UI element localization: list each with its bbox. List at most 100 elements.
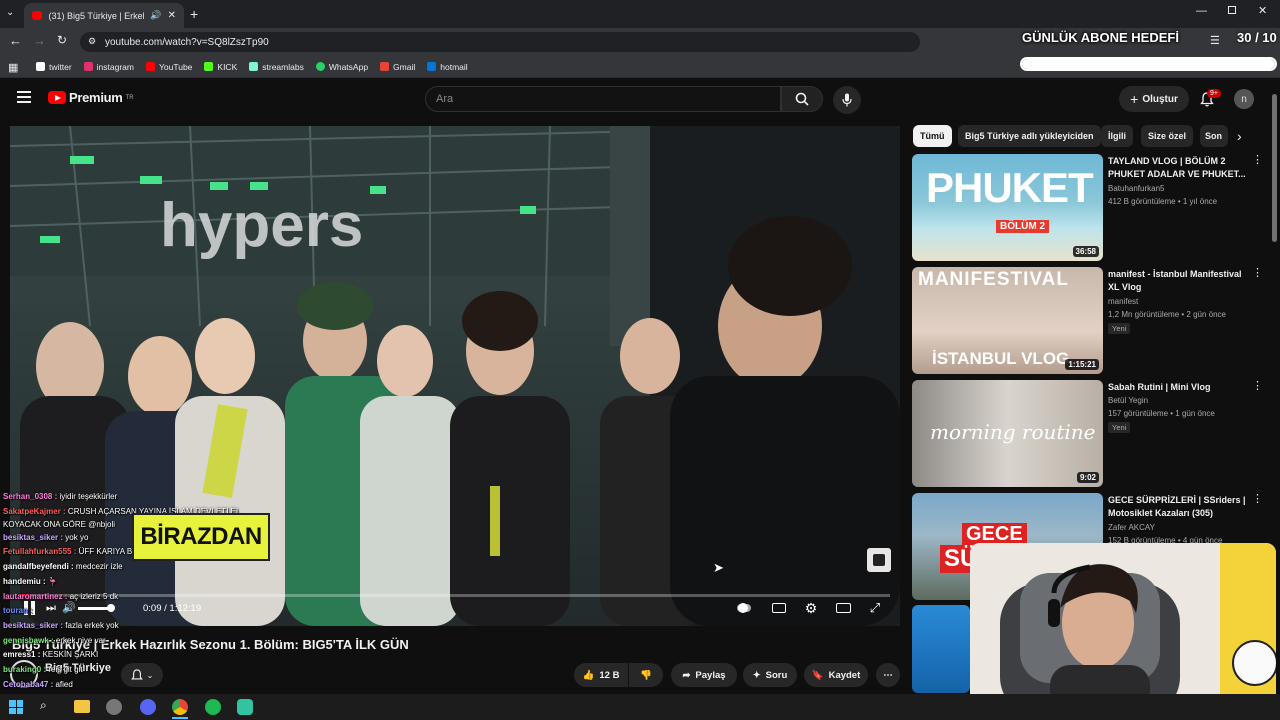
thumbnail-subtitle: BÖLÜM 2 xyxy=(996,220,1049,233)
chat-message: besiktas_siker : fazla erkek yok xyxy=(0,619,260,634)
speaker-icon[interactable]: 🔊 xyxy=(150,10,161,21)
taskbar-search-icon[interactable]: ⌕ xyxy=(40,698,47,713)
chips-next-chevron-icon[interactable]: › xyxy=(1237,128,1242,144)
back-icon[interactable]: ← xyxy=(9,33,22,48)
save-button[interactable]: 🔖 Kaydet xyxy=(804,663,868,687)
ask-button[interactable]: ✦ Soru xyxy=(743,663,797,687)
window-restore-icon[interactable] xyxy=(1228,6,1236,14)
bookmark-kick[interactable]: KICK xyxy=(204,62,237,72)
site-info-icon[interactable]: ⚙ xyxy=(88,36,96,47)
recommendation-channel[interactable]: manifest xyxy=(1108,297,1138,306)
file-explorer-icon[interactable] xyxy=(74,700,90,713)
browser-tab-active[interactable]: (31) Big5 Türkiye | Erkek Hı 🔊 ✕ xyxy=(24,3,184,28)
recommendation-title[interactable]: GECE SÜRPRİZLERİ | SSriders | Motosiklet… xyxy=(1108,494,1248,519)
video-duration: 1:15:21 xyxy=(1065,359,1099,370)
thumbnail-subtitle: İSTANBUL VLOG xyxy=(932,349,1070,368)
save-label: Kaydet xyxy=(828,669,861,681)
window-close-icon[interactable]: ✕ xyxy=(1258,4,1267,17)
spotify-icon[interactable] xyxy=(205,699,221,715)
recommendation-item[interactable]: PHUKET BÖLÜM 2 36:58 TAYLAND VLOG | BÖLÜ… xyxy=(912,154,1272,262)
autoplay-toggle[interactable] xyxy=(735,600,753,616)
extensions-icon[interactable]: ☰ xyxy=(1210,34,1220,47)
more-vertical-icon[interactable]: ⋮ xyxy=(1252,381,1263,392)
chat-text: yok yo xyxy=(65,532,89,542)
recommendation-meta: 157 görüntüleme • 1 gün önce xyxy=(1108,409,1215,418)
discord-icon[interactable] xyxy=(140,699,156,715)
youtube-premium-logo[interactable]: Premium TR xyxy=(48,90,134,105)
chip-for-you[interactable]: Size özel xyxy=(1141,125,1194,147)
recommendation-thumbnail[interactable]: PHUKET BÖLÜM 2 36:58 xyxy=(912,154,1103,261)
bookmark-instagram[interactable]: instagram xyxy=(83,62,134,72)
more-vertical-icon[interactable]: ⋮ xyxy=(1252,494,1263,505)
bookmark-whatsapp[interactable]: WhatsApp xyxy=(315,62,368,72)
search-input[interactable]: Ara xyxy=(425,86,781,112)
logo-text: Premium xyxy=(69,90,123,105)
recommendation-channel[interactable]: Zafer AKCAY xyxy=(1108,523,1155,532)
more-vertical-icon[interactable]: ⋮ xyxy=(1252,155,1263,166)
dislike-button[interactable]: 👎 xyxy=(629,663,663,687)
chat-username: SakatpeKajmer : xyxy=(3,506,68,516)
bookmark-icon: 🔖 xyxy=(811,669,824,681)
chip-related[interactable]: İlgili xyxy=(1101,125,1133,147)
search-button[interactable] xyxy=(781,86,823,112)
settings-gear-icon[interactable]: ⚙ xyxy=(802,600,820,616)
menu-hamburger-icon[interactable] xyxy=(17,91,31,103)
recommendation-channel[interactable]: Betül Yegin xyxy=(1108,396,1148,405)
address-bar[interactable]: ⚙ youtube.com/watch?v=SQ8lZszTp90 xyxy=(80,32,920,52)
more-actions-button[interactable]: ⋯ xyxy=(876,663,900,687)
recommendation-title[interactable]: Sabah Rutini | Mini Vlog xyxy=(1108,381,1248,394)
apps-grid-icon[interactable]: ▦ xyxy=(8,61,18,74)
app-icon[interactable] xyxy=(106,699,122,715)
forward-icon[interactable]: → xyxy=(33,33,46,48)
recommendation-thumbnail[interactable]: morning routine 9:02 xyxy=(912,380,1103,487)
youtube-favicon-icon xyxy=(32,11,43,20)
chip-recent[interactable]: Son xyxy=(1200,125,1228,147)
plus-icon: + xyxy=(1130,91,1139,107)
theater-mode-icon[interactable] xyxy=(834,600,852,616)
bookmark-twitter[interactable]: twitter xyxy=(36,62,72,72)
fullscreen-icon[interactable]: ⤢ xyxy=(866,600,884,616)
recommendation-title[interactable]: TAYLAND VLOG | BÖLÜM 2 PHUKET ADALAR VE … xyxy=(1108,155,1248,180)
bookmark-gmail[interactable]: Gmail xyxy=(380,62,415,72)
birazdan-banner: BİRAZDAN xyxy=(132,513,270,561)
account-avatar[interactable]: n xyxy=(1234,89,1254,109)
youtube-play-logo-icon xyxy=(48,91,66,104)
chip-from-uploader[interactable]: Big5 Türkiye adlı yükleyiciden xyxy=(958,125,1101,147)
recommendation-thumbnail[interactable]: MANIFESTIVAL İSTANBUL VLOG 1:15:21 xyxy=(912,267,1103,374)
bookmark-youtube[interactable]: YouTube xyxy=(146,62,192,72)
bookmark-streamlabs[interactable]: streamlabs xyxy=(249,62,304,72)
chat-message: gennisbawk : erkek niye var xyxy=(0,634,260,649)
chrome-icon[interactable] xyxy=(172,699,188,715)
window-minimize-icon[interactable]: — xyxy=(1196,5,1207,17)
tab-title: (31) Big5 Türkiye | Erkek Hı xyxy=(48,10,144,21)
thumbnail-title: PHUKET xyxy=(926,164,1094,211)
recommendation-channel[interactable]: Batuhanfurkan5 xyxy=(1108,184,1165,193)
bookmark-hotmail[interactable]: hotmail xyxy=(427,62,468,72)
hotmail-icon xyxy=(427,62,437,71)
recommendation-item[interactable]: MANIFESTIVAL İSTANBUL VLOG 1:15:21 manif… xyxy=(912,267,1272,375)
streamlabs-taskbar-icon[interactable] xyxy=(237,699,253,715)
recommendation-meta: 1,2 Mn görüntüleme • 2 gün önce xyxy=(1108,310,1226,319)
chip-all[interactable]: Tümü xyxy=(913,125,952,147)
chat-username: gandalfbeyefendi : xyxy=(3,562,76,572)
create-button[interactable]: + Oluştur xyxy=(1119,86,1189,112)
voice-search-button[interactable] xyxy=(833,86,861,114)
chat-message: buraking0 : reis git git xyxy=(0,663,260,678)
recommendation-title[interactable]: manifest - İstanbul Manifestival XL Vlog xyxy=(1108,268,1248,293)
reload-icon[interactable]: ↻ xyxy=(57,33,67,47)
tab-search-chevron-icon[interactable]: ⌄ xyxy=(6,7,20,21)
share-button[interactable]: ➦ Paylaş xyxy=(671,663,737,687)
chat-message: touran : xyxy=(0,604,260,619)
youtube-icon xyxy=(146,62,155,71)
instagram-icon xyxy=(83,62,93,71)
more-vertical-icon[interactable]: ⋮ xyxy=(1252,268,1263,279)
new-tab-button[interactable]: + xyxy=(190,6,198,22)
recommendation-thumbnail-partial[interactable] xyxy=(912,605,970,693)
recommendation-item[interactable]: morning routine 9:02 Sabah Rutini | Mini… xyxy=(912,380,1272,488)
subtitles-icon[interactable] xyxy=(770,600,788,616)
windows-start-icon[interactable] xyxy=(9,700,23,714)
page-scrollbar[interactable] xyxy=(1272,94,1277,242)
search-icon xyxy=(795,92,809,106)
like-button[interactable]: 👍 12 B xyxy=(574,663,628,687)
tab-close-icon[interactable]: ✕ xyxy=(168,10,176,21)
